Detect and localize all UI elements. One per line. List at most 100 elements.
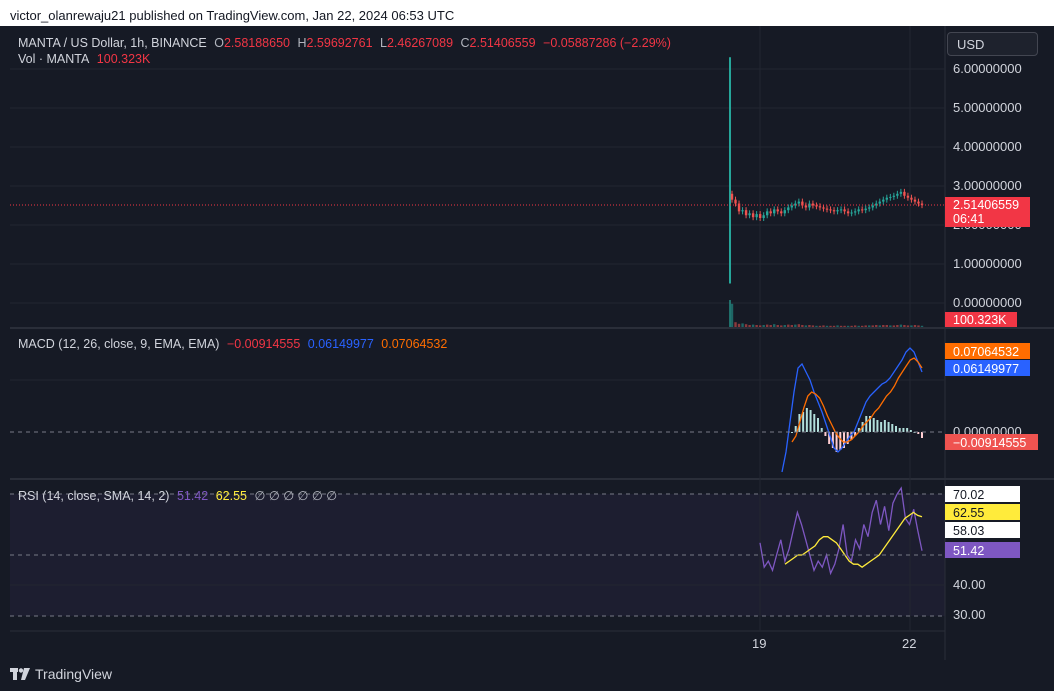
close-label: C bbox=[460, 36, 470, 50]
volume-bar bbox=[860, 325, 864, 327]
volume-bar bbox=[762, 325, 765, 327]
candle bbox=[741, 210, 744, 212]
volume-bar bbox=[836, 325, 839, 327]
volume-bar bbox=[797, 324, 801, 327]
volume-bar bbox=[853, 325, 857, 327]
macd-title[interactable]: MACD (12, 26, close, 9, EMA, EMA) bbox=[18, 337, 219, 351]
volume-bar bbox=[889, 325, 892, 327]
candle bbox=[765, 211, 769, 216]
candle bbox=[748, 213, 751, 216]
high-value: 2.59692761 bbox=[306, 36, 373, 50]
macd-value: 0.06149977 bbox=[307, 337, 374, 351]
last-price-label: 2.51406559 bbox=[953, 198, 1019, 212]
candle bbox=[776, 209, 779, 212]
volume-bar bbox=[783, 325, 786, 327]
candle bbox=[832, 210, 836, 212]
histogram-label: −0.00914555 bbox=[953, 436, 1026, 450]
candle bbox=[889, 196, 892, 198]
rsi-mid-label: 58.03 bbox=[953, 524, 984, 538]
candle bbox=[868, 207, 871, 209]
candle bbox=[885, 197, 889, 200]
candle bbox=[780, 211, 783, 214]
change-value: −0.05887286 (−2.29%) bbox=[543, 36, 671, 50]
volume-bar bbox=[773, 324, 776, 327]
currency-button[interactable]: USD bbox=[947, 32, 1038, 56]
volume-bar bbox=[787, 324, 790, 327]
volume-bar bbox=[780, 325, 783, 327]
signal-label: 0.07064532 bbox=[953, 345, 1019, 359]
rsi-legend[interactable]: RSI (14, close, SMA, 14, 2) 51.42 62.55 … bbox=[18, 488, 341, 503]
volume-bar bbox=[846, 325, 850, 327]
candle bbox=[744, 210, 748, 216]
candle bbox=[864, 208, 867, 211]
volume-bar bbox=[885, 325, 889, 327]
rsi-empty-values: ∅ ∅ ∅ ∅ ∅ ∅ bbox=[254, 489, 338, 503]
tradingview-logo-icon bbox=[10, 668, 30, 680]
macd-legend[interactable]: MACD (12, 26, close, 9, EMA, EMA) −0.009… bbox=[18, 337, 451, 351]
volume-bar bbox=[755, 325, 758, 327]
candle bbox=[769, 211, 772, 214]
macd-histogram-bar bbox=[887, 422, 890, 432]
symbol-title[interactable]: MANTA / US Dollar, 1h, BINANCE bbox=[18, 36, 207, 50]
candle bbox=[755, 214, 758, 218]
price-pane[interactable] bbox=[10, 26, 945, 328]
rsi-value-label: 51.42 bbox=[953, 544, 984, 558]
volume-bar bbox=[741, 323, 744, 327]
macd-histogram-bar bbox=[813, 414, 816, 432]
volume-bar bbox=[776, 325, 779, 327]
macd-histogram-bar bbox=[805, 408, 808, 432]
candle bbox=[825, 208, 829, 210]
volume-label: 100.323K bbox=[953, 313, 1007, 327]
macd-histogram-bar bbox=[824, 432, 827, 436]
price-tick: 6.00000000 bbox=[953, 61, 1022, 76]
volume-bar bbox=[906, 325, 910, 327]
candle bbox=[892, 195, 896, 197]
macd-histogram-bar bbox=[898, 428, 901, 432]
tradingview-branding[interactable]: TradingView bbox=[10, 666, 112, 682]
volume-bar bbox=[794, 324, 797, 327]
volume-bar bbox=[790, 325, 794, 327]
rsi-tick: 40.00 bbox=[953, 577, 986, 592]
rsi-upper-label: 70.02 bbox=[953, 488, 984, 502]
macd-histogram-bar bbox=[872, 418, 875, 432]
candle bbox=[762, 215, 765, 218]
volume-bar bbox=[896, 325, 899, 327]
price-tick: 0.00000000 bbox=[953, 295, 1022, 310]
open-value: 2.58188650 bbox=[223, 36, 290, 50]
rsi-title[interactable]: RSI (14, close, SMA, 14, 2) bbox=[18, 489, 169, 503]
volume-bar bbox=[825, 325, 829, 327]
volume-bar bbox=[843, 325, 846, 327]
volume-bar bbox=[839, 325, 843, 327]
candle bbox=[829, 209, 832, 211]
volume-bar bbox=[729, 300, 731, 327]
rsi-ma-value: 62.55 bbox=[215, 489, 247, 503]
volume-bar bbox=[878, 325, 881, 327]
macd-histogram-bar bbox=[883, 420, 886, 432]
volume-bar bbox=[811, 325, 815, 327]
macd-histogram-bar bbox=[794, 426, 797, 432]
volume-bar bbox=[913, 325, 917, 327]
volume-bar bbox=[857, 325, 860, 327]
volume-bar bbox=[903, 325, 906, 327]
macd-histogram-bar bbox=[817, 418, 819, 432]
macd-hist-value: −0.00914555 bbox=[226, 337, 301, 351]
candle bbox=[783, 210, 786, 214]
macd-signal-value: 0.07064532 bbox=[381, 337, 448, 351]
macd-histogram-bar bbox=[891, 424, 894, 432]
candle bbox=[913, 199, 917, 202]
candle bbox=[811, 203, 815, 206]
candle bbox=[818, 206, 822, 208]
price-legend[interactable]: MANTA / US Dollar, 1h, BINANCE O2.581886… bbox=[18, 36, 675, 50]
macd-histogram-bar bbox=[895, 426, 897, 432]
low-value: 2.46267089 bbox=[386, 36, 454, 50]
macd-histogram-bar bbox=[906, 428, 909, 432]
volume-title[interactable]: Vol · MANTA bbox=[18, 52, 89, 66]
volume-bar bbox=[751, 324, 755, 327]
volume-legend[interactable]: Vol · MANTA 100.323K bbox=[18, 52, 154, 66]
spike-candle bbox=[729, 57, 731, 284]
candle bbox=[896, 193, 899, 196]
volume-bar bbox=[801, 325, 804, 327]
candle bbox=[917, 201, 920, 204]
candle bbox=[804, 205, 808, 208]
candle bbox=[850, 212, 853, 214]
